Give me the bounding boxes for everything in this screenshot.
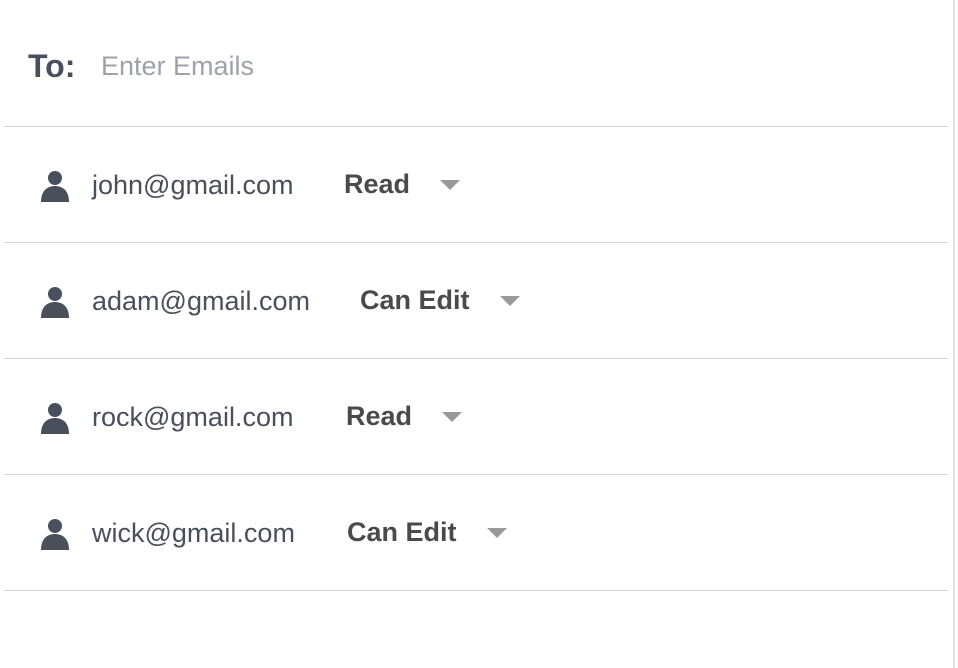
user-email: rock@gmail.com [92,402,294,432]
person-icon [41,403,69,434]
list-item: rock@gmail.com Read [4,359,948,475]
person-icon [41,519,69,550]
user-email: wick@gmail.com [92,518,295,548]
caret-down-icon [499,296,520,306]
user-email: adam@gmail.com [92,286,310,316]
recipient-row: To: [4,0,948,127]
permission-label: Read [346,401,413,431]
permission-dropdown[interactable]: Read [346,399,463,433]
person-icon [41,171,69,202]
person-icon [41,287,69,318]
user-email: john@gmail.com [92,170,294,200]
to-label: To: [28,48,76,84]
share-panel: To: john@gmail.com Read adam@gmail.com C… [0,0,955,668]
permission-label: Can Edit [360,285,470,315]
caret-down-icon [486,528,507,538]
list-item: john@gmail.com Read [4,127,948,243]
list-item: wick@gmail.com Can Edit [4,475,948,591]
permission-label: Read [344,169,411,199]
email-input[interactable] [101,46,601,86]
caret-down-icon [440,180,461,190]
permission-dropdown[interactable]: Can Edit [347,515,507,549]
permission-dropdown[interactable]: Read [344,167,461,201]
shared-users-list: john@gmail.com Read adam@gmail.com Can E… [4,127,948,591]
permission-dropdown[interactable]: Can Edit [360,283,520,317]
list-item: adam@gmail.com Can Edit [4,243,948,359]
permission-label: Can Edit [347,517,457,547]
caret-down-icon [442,412,463,422]
